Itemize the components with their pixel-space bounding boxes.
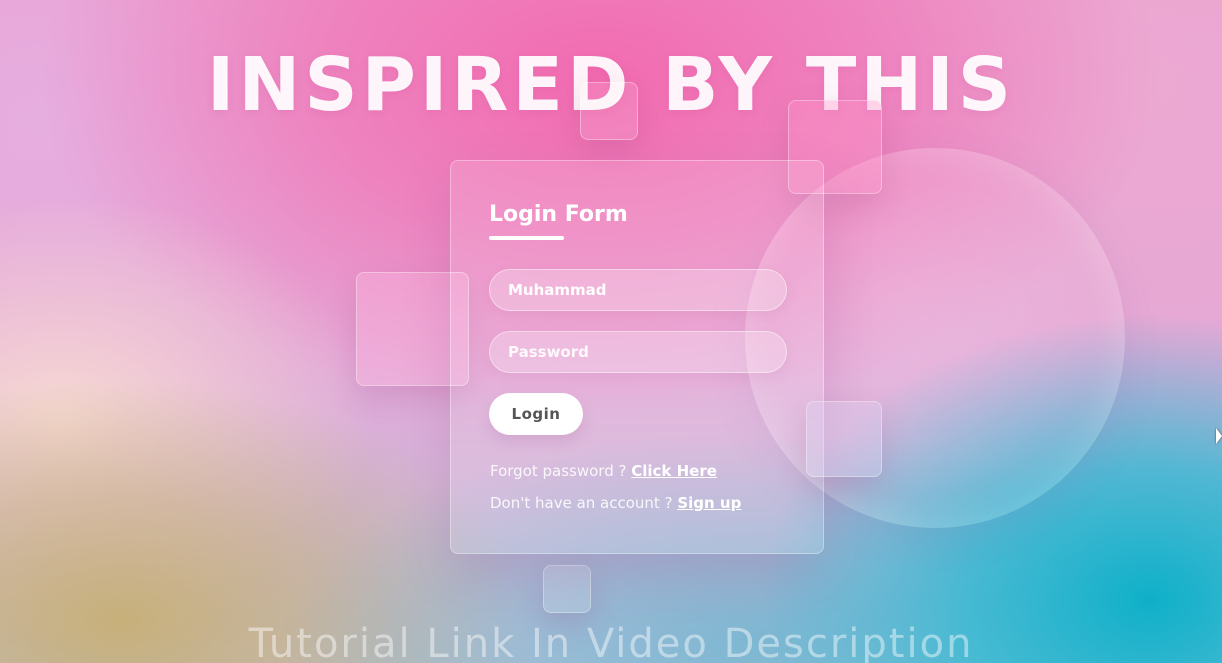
forgot-password-link[interactable]: Click Here [631,462,717,480]
login-card: Login Form Login Forgot password ? Click… [450,160,824,554]
password-input[interactable] [489,331,787,373]
signup-link[interactable]: Sign up [677,494,741,512]
glass-square-bottom [543,565,591,613]
username-input[interactable] [489,269,787,311]
footer-caption: Tutorial Link In Video Description [248,621,974,663]
signup-row: Don't have an account ? Sign up [490,493,741,513]
glass-square-right [806,401,882,477]
login-form-title: Login Form [489,202,628,227]
forgot-password-text: Forgot password ? [490,462,627,480]
background-stage: INSPIRED BY THIS Login Form Login Forgot… [0,0,1222,663]
mouse-cursor-icon [1216,428,1222,444]
signup-text: Don't have an account ? [490,494,673,512]
title-underline [489,236,564,240]
forgot-password-row: Forgot password ? Click Here [490,461,717,481]
glass-square-top [580,82,638,140]
login-button[interactable]: Login [489,393,583,435]
